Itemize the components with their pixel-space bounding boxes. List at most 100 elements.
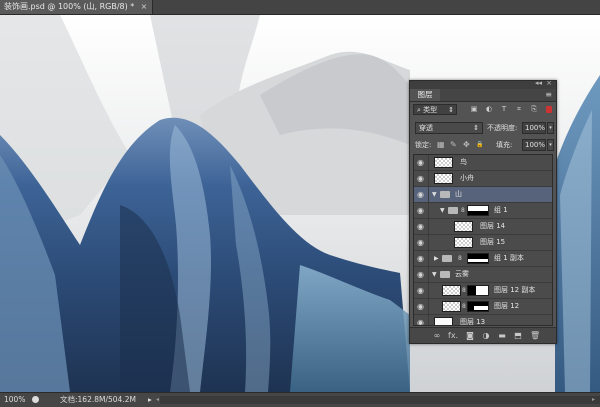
scroll-right-icon[interactable]: ▸ [592, 393, 595, 407]
eye-separator [428, 219, 429, 234]
layers-panel: ◂◂ × 图层 ≡ ⌕ 类型 ⇕ ▣ ◐ T ⌗ ⎘ 穿透 ⇕ 不透明度: 10… [409, 79, 557, 344]
layer-name: 图层 15 [480, 238, 506, 246]
fx-icon[interactable]: fx. [448, 331, 458, 340]
collapse-panel-icon[interactable]: ◂◂ [535, 79, 542, 87]
close-tab-icon[interactable]: × [141, 0, 148, 14]
eye-icon[interactable]: ◉ [416, 206, 425, 215]
type-filter-icon[interactable]: T [500, 105, 508, 113]
layer-thumbnail [434, 157, 453, 168]
eye-separator [428, 315, 429, 325]
expand-arrow-icon[interactable]: ▶ [434, 253, 439, 264]
panel-menu-icon[interactable]: ≡ [545, 89, 552, 101]
eye-icon[interactable]: ◉ [416, 318, 425, 325]
filter-kind-label: 类型 [423, 106, 438, 114]
layer-thumbnail [454, 237, 473, 248]
eye-icon[interactable]: ◉ [416, 254, 425, 263]
eye-icon[interactable]: ◉ [416, 302, 425, 311]
layer-row[interactable]: ◉ ▼ 云雾 [414, 267, 552, 283]
layer-thumbnail [454, 221, 473, 232]
layer-thumbnail [434, 317, 453, 325]
layer-row-selected[interactable]: ◉ ▼ 山 [414, 187, 552, 203]
new-group-icon[interactable]: ▬ [497, 331, 507, 340]
eye-separator [428, 251, 429, 266]
opacity-label: 不透明度: [487, 124, 518, 132]
adjustment-filter-icon[interactable]: ◐ [485, 105, 493, 113]
expand-arrow-icon[interactable]: ▼ [440, 205, 445, 216]
pixel-filter-icon[interactable]: ▣ [470, 105, 478, 113]
layer-row[interactable]: ◉ 8 图层 12 副本 [414, 283, 552, 299]
lock-position-icon[interactable]: ✥ [463, 139, 470, 151]
link-icon: 8 [458, 255, 462, 262]
scroll-left-icon[interactable]: ◂ [156, 393, 159, 407]
layer-thumbnail [442, 301, 461, 312]
layer-row[interactable]: ◉ 小舟 [414, 171, 552, 187]
eye-icon[interactable]: ◉ [416, 270, 425, 279]
fill-slider-button[interactable]: ▾ [547, 139, 554, 151]
shape-filter-icon[interactable]: ⌗ [515, 105, 523, 113]
layer-mask-thumbnail[interactable] [467, 205, 489, 216]
eye-icon[interactable]: ◉ [416, 286, 425, 295]
smart-object-filter-icon[interactable]: ⎘ [530, 105, 538, 113]
trash-icon[interactable]: 🗑 [530, 331, 540, 340]
eye-separator [428, 283, 429, 298]
horizontal-scrollbar[interactable] [160, 396, 600, 404]
link-icon: 8 [462, 303, 466, 310]
panel-footer: ∞ fx. ◙ ◑ ▬ ⬒ 🗑 [410, 327, 556, 343]
layer-row[interactable]: ◉ ▼ 8 组 1 [414, 203, 552, 219]
filter-kind-select[interactable]: ⌕ 类型 ⇕ [413, 104, 457, 115]
layer-row[interactable]: ◉ ▶ 8 组 1 副本 [414, 251, 552, 267]
blend-mode-value: 穿透 [419, 124, 433, 132]
info-menu-arrow-icon[interactable]: ▸ [148, 393, 152, 407]
opacity-slider-button[interactable]: ▾ [547, 122, 554, 134]
expand-arrow-icon[interactable]: ▼ [432, 189, 437, 200]
eye-separator [428, 155, 429, 170]
close-panel-icon[interactable]: × [546, 79, 552, 87]
layer-row[interactable]: ◉ 8 图层 12 [414, 299, 552, 315]
eye-icon[interactable]: ◉ [416, 158, 425, 167]
layer-row[interactable]: ◉ 图层 13 [414, 315, 552, 326]
adjustment-layer-icon[interactable]: ◑ [481, 331, 491, 340]
lock-pixels-icon[interactable]: ✎ [450, 139, 457, 151]
document-tab[interactable]: 装饰画.psd @ 100% (山, RGB/8) * × [0, 0, 154, 14]
layer-row[interactable]: ◉ 图层 14 [414, 219, 552, 235]
eye-separator [428, 187, 429, 202]
add-mask-icon[interactable]: ◙ [465, 331, 475, 340]
expand-arrow-icon[interactable]: ▼ [432, 269, 437, 280]
blend-row: 穿透 ⇕ 不透明度: 100% ▾ [413, 122, 554, 135]
panel-header: ◂◂ × [410, 79, 556, 89]
layer-row[interactable]: ◉ 鸟 [414, 155, 552, 171]
dropdown-icon: ⇕ [448, 106, 454, 114]
folder-icon [440, 191, 450, 198]
zoom-level[interactable]: 100% [4, 393, 25, 407]
filter-toggle-icon[interactable] [546, 106, 552, 113]
layer-name: 图层 13 [460, 318, 486, 326]
lock-all-icon[interactable]: 🔒 [476, 139, 483, 151]
eye-icon[interactable]: ◉ [416, 238, 425, 247]
fill-input[interactable]: 100% [522, 139, 546, 151]
link-icon: 8 [461, 207, 465, 214]
tab-layers[interactable]: 图层 [410, 89, 440, 101]
layer-row[interactable]: ◉ 图层 15 [414, 235, 552, 251]
eye-icon[interactable]: ◉ [416, 190, 425, 199]
status-icon[interactable] [32, 396, 39, 403]
layer-mask-thumbnail[interactable] [467, 285, 489, 296]
status-bar: 100% 文档:162.8M/504.2M ▸ ◂ ▸ [0, 392, 600, 407]
eye-separator [428, 235, 429, 250]
eye-icon[interactable]: ◉ [416, 174, 425, 183]
eye-icon[interactable]: ◉ [416, 222, 425, 231]
new-layer-icon[interactable]: ⬒ [513, 331, 523, 340]
layer-name: 山 [455, 190, 462, 198]
eye-separator [428, 267, 429, 282]
lock-transparency-icon[interactable]: ▦ [437, 139, 445, 151]
layer-name: 组 1 [494, 206, 508, 214]
link-layers-icon[interactable]: ∞ [432, 331, 442, 340]
document-tab-title: 装饰画.psd @ 100% (山, RGB/8) * [4, 2, 135, 11]
layer-mask-thumbnail[interactable] [467, 253, 489, 264]
document-tab-bar: 装饰画.psd @ 100% (山, RGB/8) * × [0, 0, 600, 15]
search-icon: ⌕ [417, 106, 421, 114]
folder-icon [442, 255, 452, 262]
blend-mode-select[interactable]: 穿透 ⇕ [415, 122, 483, 134]
opacity-input[interactable]: 100% [522, 122, 546, 134]
layer-mask-thumbnail[interactable] [467, 301, 489, 312]
layer-filter-row: ⌕ 类型 ⇕ ▣ ◐ T ⌗ ⎘ [413, 104, 553, 116]
